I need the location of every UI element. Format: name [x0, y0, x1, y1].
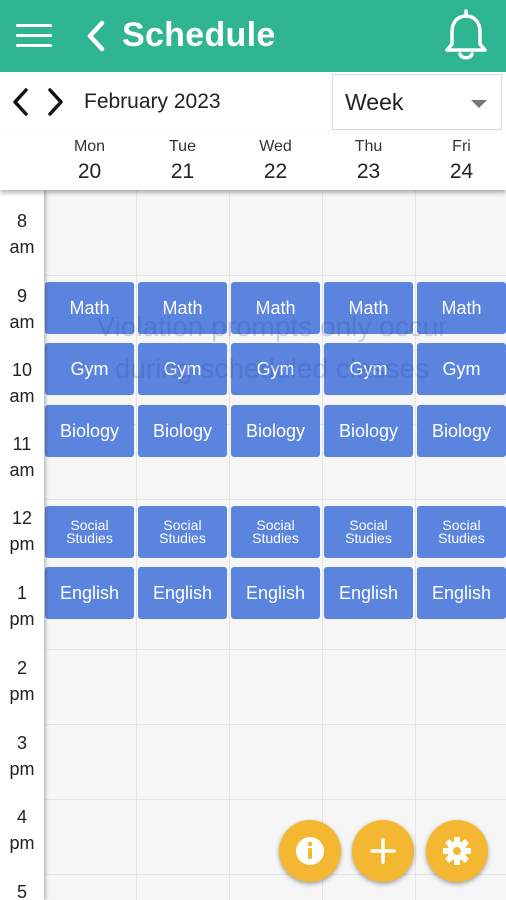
back-arrow-icon[interactable]: [82, 18, 112, 54]
hour-gridline: [44, 724, 506, 725]
chevron-right-icon[interactable]: [42, 86, 68, 118]
time-column: 8 am 9 am 10 am 11 am 12 pm 1 pm 2 pm 3 pm 4 pm 5: [0, 190, 44, 900]
hour-label: 10 am: [9, 360, 35, 406]
settings-button[interactable]: [426, 820, 488, 882]
settings-gear-icon: [443, 837, 471, 865]
hour-gridline: [44, 499, 506, 500]
chevron-left-icon[interactable]: [8, 86, 34, 118]
view-mode-value: Week: [345, 89, 404, 115]
hour-gridline: [44, 799, 506, 800]
info-icon: [296, 837, 324, 865]
class-event-gym-fri[interactable]: Gym: [417, 343, 506, 395]
class-event-biology-thu[interactable]: Biology: [324, 405, 413, 457]
class-event-english-wed[interactable]: English: [231, 567, 320, 619]
schedule-grid[interactable]: 8 am 9 am 10 am 11 am 12 pm 1 pm 2 pm 3 pm 4 pm 5…: [0, 190, 506, 900]
hour-label: 9 am: [9, 286, 35, 332]
day-name: Mon: [73, 138, 106, 155]
day-number: 21: [170, 160, 195, 183]
day-gridline: [415, 190, 416, 900]
day-name: Wed: [259, 138, 292, 155]
class-event-gym-mon[interactable]: Gym: [45, 343, 134, 395]
dropdown-caret-icon: [471, 100, 487, 108]
day-header-thu[interactable]: Thu 23: [322, 132, 415, 190]
hour-label: 3 pm: [9, 733, 35, 779]
hour-label: 4 pm: [9, 807, 35, 853]
class-event-english-fri[interactable]: English: [417, 567, 506, 619]
hour-label: 5: [16, 882, 27, 900]
hour-label: 1 pm: [9, 583, 35, 629]
day-header-mon[interactable]: Mon 20: [43, 132, 136, 190]
day-number: 20: [77, 160, 102, 183]
month-label: February 2023: [84, 90, 221, 113]
week-day-header: Mon 20 Tue 21 Wed 22 Thu 23 Fri 24: [0, 132, 506, 190]
class-event-biology-fri[interactable]: Biology: [417, 405, 506, 457]
class-event-gym-thu[interactable]: Gym: [324, 343, 413, 395]
class-event-social-studies-mon[interactable]: Social Studies: [45, 506, 134, 558]
class-event-biology-tue[interactable]: Biology: [138, 405, 227, 457]
class-event-gym-wed[interactable]: Gym: [231, 343, 320, 395]
class-event-gym-tue[interactable]: Gym: [138, 343, 227, 395]
class-event-english-tue[interactable]: English: [138, 567, 227, 619]
day-gridline: [229, 190, 230, 900]
class-event-english-mon[interactable]: English: [45, 567, 134, 619]
bell-icon[interactable]: [440, 8, 492, 64]
view-mode-select[interactable]: Week: [332, 74, 502, 130]
class-event-biology-wed[interactable]: Biology: [231, 405, 320, 457]
class-event-social-studies-wed[interactable]: Social Studies: [231, 506, 320, 558]
class-event-math-wed[interactable]: Math: [231, 282, 320, 334]
class-event-math-mon[interactable]: Math: [45, 282, 134, 334]
app-bar: Schedule: [0, 0, 506, 72]
day-header-wed[interactable]: Wed 22: [229, 132, 322, 190]
hour-label: 11 am: [9, 434, 35, 480]
class-event-math-thu[interactable]: Math: [324, 282, 413, 334]
day-name: Fri: [452, 138, 471, 155]
hour-label: 12 pm: [9, 508, 35, 554]
class-event-biology-mon[interactable]: Biology: [45, 405, 134, 457]
class-event-math-fri[interactable]: Math: [417, 282, 506, 334]
day-header-fri[interactable]: Fri 24: [415, 132, 506, 190]
class-event-social-studies-thu[interactable]: Social Studies: [324, 506, 413, 558]
menu-icon[interactable]: [16, 22, 52, 50]
day-name: Tue: [169, 138, 196, 155]
hour-label: 2 pm: [9, 658, 35, 704]
day-number: 22: [263, 160, 288, 183]
date-navigation-bar: February 2023 Week: [0, 72, 506, 132]
plus-icon: [370, 838, 396, 864]
day-name: Thu: [354, 138, 383, 155]
day-number: 23: [356, 160, 381, 183]
class-event-math-tue[interactable]: Math: [138, 282, 227, 334]
class-event-social-studies-tue[interactable]: Social Studies: [138, 506, 227, 558]
day-number: 24: [449, 160, 474, 183]
day-gridline: [322, 190, 323, 900]
hour-gridline: [44, 275, 506, 276]
class-event-social-studies-fri[interactable]: Social Studies: [417, 506, 506, 558]
info-button[interactable]: [279, 820, 341, 882]
page-title: Schedule: [122, 16, 276, 54]
hour-label: 8 am: [9, 211, 35, 257]
day-header-tue[interactable]: Tue 21: [136, 132, 229, 190]
add-button[interactable]: [352, 820, 414, 882]
day-gridline: [136, 190, 137, 900]
class-event-english-thu[interactable]: English: [324, 567, 413, 619]
hour-gridline: [44, 649, 506, 650]
